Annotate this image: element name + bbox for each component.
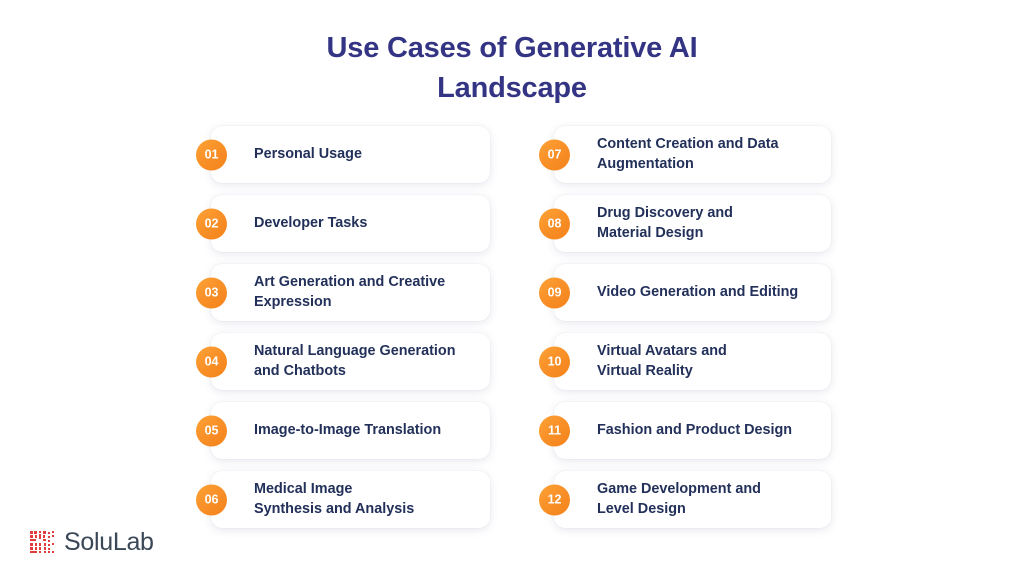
use-case-number-badge: 02 bbox=[196, 208, 227, 239]
use-case-columns: 01 Personal Usage 02 Developer Tasks 03 … bbox=[0, 126, 1024, 528]
use-case-label: Fashion and Product Design bbox=[597, 421, 793, 438]
use-case-card[interactable]: 02 Developer Tasks bbox=[196, 195, 490, 252]
use-case-label: Video Generation and Editing bbox=[597, 283, 799, 300]
page-title-line-2: Landscape bbox=[437, 72, 587, 105]
solulab-logo-text: SoluLab bbox=[64, 527, 154, 556]
page-title-line-1: Use Cases of Generative AI bbox=[326, 32, 698, 64]
use-case-number-badge: 12 bbox=[539, 484, 570, 515]
use-case-number-badge: 10 bbox=[539, 346, 570, 377]
use-case-label: Personal Usage bbox=[254, 145, 362, 162]
use-case-card[interactable]: 07 Content Creation and Data Augmentatio… bbox=[539, 126, 831, 183]
use-case-number-badge: 08 bbox=[539, 208, 570, 239]
use-case-card[interactable]: 03 Art Generation and Creative Expressio… bbox=[196, 264, 490, 321]
use-case-number-badge: 06 bbox=[196, 484, 227, 515]
use-case-card[interactable]: 09 Video Generation and Editing bbox=[539, 264, 831, 321]
use-case-card[interactable]: 05 Image-to-Image Translation bbox=[196, 402, 490, 459]
use-case-card[interactable]: 12 Game Development and Level Design bbox=[539, 471, 831, 528]
use-case-card[interactable]: 10 Virtual Avatars and Virtual Reality bbox=[539, 333, 831, 390]
use-case-card[interactable]: 06 Medical Image Synthesis and Analysis bbox=[196, 471, 490, 528]
infographic-slide: Use Cases of Generative AI Landscape 01 … bbox=[0, 0, 1024, 576]
use-case-label: Drug Discovery and Material Design bbox=[597, 205, 733, 241]
solulab-qr-mark-icon bbox=[30, 531, 54, 553]
solulab-logo[interactable]: SoluLab bbox=[29, 529, 154, 555]
use-case-label: Game Development and Level Design bbox=[597, 481, 761, 517]
use-case-number-badge: 05 bbox=[196, 415, 227, 446]
use-case-label: Medical Image Synthesis and Analysis bbox=[254, 481, 415, 517]
page-title: Use Cases of Generative AI Landscape bbox=[0, 28, 1024, 108]
use-case-number-badge: 01 bbox=[196, 139, 227, 170]
use-case-label: Natural Language Generation and Chatbots bbox=[254, 343, 456, 379]
use-case-card[interactable]: 04 Natural Language Generation and Chatb… bbox=[196, 333, 490, 390]
use-case-number-badge: 03 bbox=[196, 277, 227, 308]
use-case-label: Content Creation and Data Augmentation bbox=[597, 136, 779, 172]
use-case-number-badge: 11 bbox=[539, 415, 570, 446]
use-case-label: Virtual Avatars and Virtual Reality bbox=[597, 343, 727, 379]
use-case-label: Image-to-Image Translation bbox=[254, 421, 442, 438]
use-case-column-right: 07 Content Creation and Data Augmentatio… bbox=[539, 126, 831, 528]
use-case-number-badge: 04 bbox=[196, 346, 227, 377]
use-case-label: Developer Tasks bbox=[254, 214, 368, 231]
use-case-number-badge: 07 bbox=[539, 139, 570, 170]
use-case-card[interactable]: 08 Drug Discovery and Material Design bbox=[539, 195, 831, 252]
use-case-column-left: 01 Personal Usage 02 Developer Tasks 03 … bbox=[196, 126, 490, 528]
use-case-label: Art Generation and Creative Expression bbox=[254, 274, 446, 310]
use-case-number-badge: 09 bbox=[539, 277, 570, 308]
use-case-card[interactable]: 01 Personal Usage bbox=[196, 126, 490, 183]
use-case-card[interactable]: 11 Fashion and Product Design bbox=[539, 402, 831, 459]
